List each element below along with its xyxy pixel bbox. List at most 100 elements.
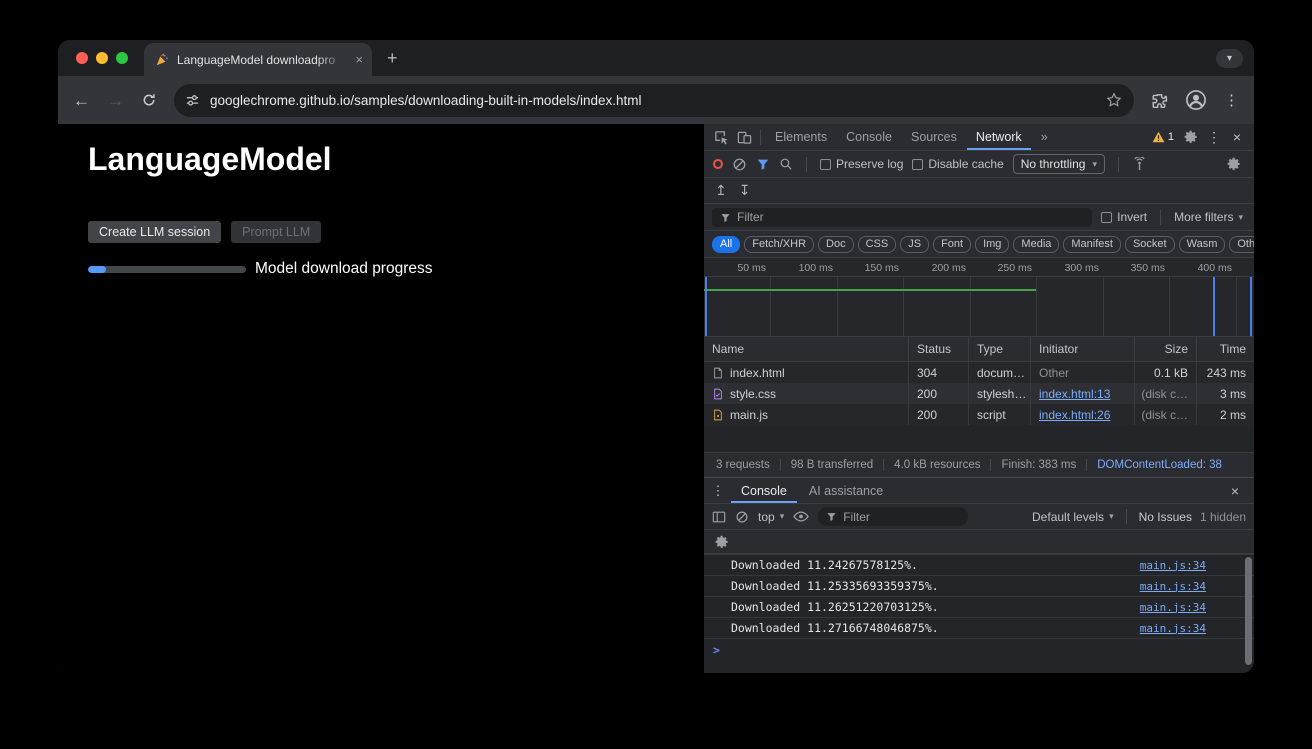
console-context-select[interactable]: top ▾ (758, 510, 784, 524)
chip-img[interactable]: Img (975, 236, 1009, 253)
invert-checkbox[interactable]: Invert (1101, 210, 1147, 224)
request-time: 2 ms (1197, 404, 1254, 425)
message-source-link[interactable]: main.js:34 (1140, 622, 1206, 635)
chip-wasm[interactable]: Wasm (1179, 236, 1226, 253)
tab-network[interactable]: Network (967, 124, 1031, 150)
message-source-link[interactable]: main.js:34 (1140, 559, 1206, 572)
devtools-settings-gear-icon[interactable] (1180, 130, 1202, 144)
clear-console-icon[interactable] (735, 510, 749, 524)
browser-tab[interactable]: LanguageModel downloadpro × (144, 43, 372, 76)
reload-button[interactable] (141, 92, 157, 108)
chip-media[interactable]: Media (1013, 236, 1059, 253)
profile-avatar-icon[interactable] (1185, 89, 1207, 111)
chip-fetch-xhr[interactable]: Fetch/XHR (744, 236, 814, 253)
message-source-link[interactable]: main.js:34 (1140, 601, 1206, 614)
initiator-link[interactable]: index.html:26 (1039, 408, 1110, 422)
page-title: LanguageModel (88, 141, 332, 178)
drawer-close-icon[interactable]: × (1224, 484, 1246, 498)
request-row-style-css[interactable]: style.css 200 stylesh… index.html:13 (di… (704, 383, 1254, 404)
request-row-index-html[interactable]: index.html 304 docum… Other 0.1 kB 243 m… (704, 362, 1254, 383)
address-bar[interactable]: googlechrome.github.io/samples/downloadi… (174, 84, 1134, 117)
bookmark-star-icon[interactable] (1106, 92, 1122, 108)
drawer-menu-kebab-icon[interactable]: ⋮ (707, 484, 729, 497)
network-filter-input[interactable]: Filter (712, 208, 1092, 227)
message-source-link[interactable]: main.js:34 (1140, 580, 1206, 593)
chip-css[interactable]: CSS (858, 236, 897, 253)
console-settings-gear-icon[interactable] (713, 535, 731, 549)
console-scrollbar-thumb[interactable] (1245, 557, 1252, 665)
model-progress-fill (88, 266, 106, 273)
network-settings-gear-icon[interactable] (1223, 157, 1245, 171)
tab-search-button[interactable]: ▾ (1216, 49, 1243, 68)
network-overview-timeline[interactable]: 50 ms 100 ms 150 ms 200 ms 250 ms 300 ms… (704, 258, 1254, 337)
tab-console[interactable]: Console (837, 124, 901, 150)
issues-warning-badge[interactable]: 1 (1152, 131, 1174, 143)
more-filters-button[interactable]: More filters ▾ (1174, 210, 1246, 224)
search-icon[interactable] (779, 157, 793, 171)
close-window-button[interactable] (76, 52, 88, 64)
issues-counter[interactable]: No Issues (1139, 510, 1192, 524)
checkbox-icon (912, 159, 923, 170)
disable-cache-checkbox[interactable]: Disable cache (912, 157, 1003, 171)
back-button[interactable]: ← (73, 92, 90, 109)
chip-manifest[interactable]: Manifest (1063, 236, 1121, 253)
url-text[interactable]: googlechrome.github.io/samples/downloadi… (210, 93, 1096, 108)
column-size[interactable]: Size (1135, 337, 1197, 361)
throttling-select[interactable]: No throttling ▾ (1013, 154, 1105, 174)
preserve-log-checkbox[interactable]: Preserve log (820, 157, 903, 171)
device-toolbar-icon[interactable] (733, 130, 755, 145)
extensions-icon[interactable] (1151, 92, 1168, 109)
column-status[interactable]: Status (909, 337, 969, 361)
request-row-main-js[interactable]: main.js 200 script index.html:26 (disk c… (704, 404, 1254, 425)
chip-other[interactable]: Other (1229, 236, 1254, 253)
request-name: style.css (730, 387, 776, 401)
record-network-log-button[interactable] (713, 159, 723, 169)
chip-all[interactable]: All (712, 236, 740, 253)
network-conditions-icon[interactable] (1132, 157, 1147, 172)
message-text: Downloaded 11.27166748046875%. (731, 621, 1132, 635)
column-name[interactable]: Name (704, 337, 909, 361)
devtools-close-icon[interactable]: × (1226, 130, 1248, 144)
script-file-icon (712, 409, 724, 421)
drawer-tab-ai-assistance[interactable]: AI assistance (799, 478, 893, 503)
new-tab-button[interactable]: + (387, 49, 398, 67)
maximize-window-button[interactable] (116, 52, 128, 64)
console-prompt[interactable]: > (704, 638, 1254, 660)
tab-sources[interactable]: Sources (902, 124, 966, 150)
chip-socket[interactable]: Socket (1125, 236, 1175, 253)
column-initiator[interactable]: Initiator (1031, 337, 1135, 361)
console-messages: Downloaded 11.24267578125%. main.js:34 D… (704, 554, 1254, 673)
chip-js[interactable]: JS (900, 236, 929, 253)
column-type[interactable]: Type (969, 337, 1031, 361)
browser-window: LanguageModel downloadpro × + ▾ ← → goog… (58, 40, 1254, 673)
checkbox-icon (820, 159, 831, 170)
console-filter-input[interactable]: Filter (818, 507, 968, 526)
inspect-element-icon[interactable] (710, 130, 732, 145)
column-time[interactable]: Time (1197, 337, 1254, 361)
drawer-tab-console[interactable]: Console (731, 478, 797, 503)
tab-close-icon[interactable]: × (355, 53, 363, 66)
create-llm-session-button[interactable]: Create LLM session (88, 221, 221, 243)
log-levels-select[interactable]: Default levels ▾ (1032, 510, 1114, 524)
import-har-icon[interactable]: ↥ (715, 182, 727, 199)
chip-font[interactable]: Font (933, 236, 971, 253)
site-settings-icon[interactable] (185, 93, 200, 108)
export-har-icon[interactable]: ↧ (739, 182, 751, 199)
forward-button[interactable]: → (107, 92, 124, 109)
console-message: Downloaded 11.26251220703125%. main.js:3… (704, 596, 1254, 617)
console-sidebar-icon[interactable] (712, 510, 726, 524)
prompt-llm-button[interactable]: Prompt LLM (231, 221, 321, 243)
timeline-gridline (970, 277, 971, 336)
chip-doc[interactable]: Doc (818, 236, 854, 253)
browser-menu-kebab-icon[interactable]: ⋮ (1224, 91, 1239, 109)
devtools-menu-kebab-icon[interactable]: ⋮ (1203, 130, 1225, 144)
hidden-messages-link[interactable]: 1 hidden (1200, 510, 1246, 524)
filter-funnel-icon[interactable] (756, 157, 770, 171)
clear-network-log-icon[interactable] (732, 157, 747, 172)
more-tabs-icon[interactable]: » (1032, 124, 1057, 150)
message-text: Downloaded 11.25335693359375%. (731, 579, 1132, 593)
minimize-window-button[interactable] (96, 52, 108, 64)
live-expression-eye-icon[interactable] (793, 510, 809, 523)
initiator-link[interactable]: index.html:13 (1039, 387, 1110, 401)
tab-elements[interactable]: Elements (766, 124, 836, 150)
